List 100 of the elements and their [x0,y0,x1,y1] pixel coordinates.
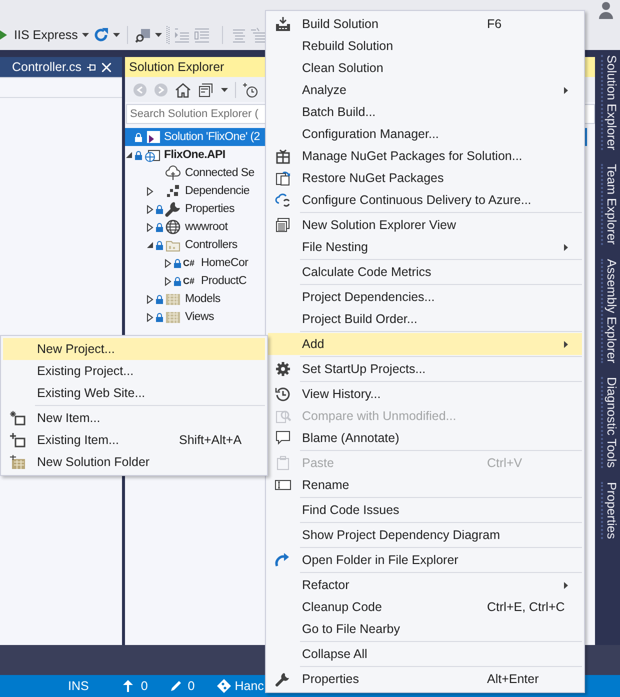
menu-item[interactable]: Project Dependencies... [268,286,582,308]
up-arrow-icon [122,680,133,692]
menu-item[interactable]: Refactor [268,574,582,596]
tree-item[interactable]: C# HomeCor [125,254,252,272]
indent-icon [194,27,210,43]
new-item-icon [10,410,26,426]
menu-item[interactable]: Rename [268,474,582,496]
rename-icon [275,477,291,493]
build-icon [275,16,291,32]
side-tab[interactable]: Team Explorer [600,164,620,245]
file-type-label: C# [183,258,196,268]
menu-item[interactable]: Existing Project... [3,360,265,382]
menu-item[interactable]: Project Build Order... [268,308,582,330]
branch-name[interactable]: Hanc [234,679,264,693]
cloud-sync-icon [275,192,291,208]
tree-item[interactable]: wwwroot [125,218,231,236]
wrench-icon [275,671,291,687]
clipboard-icon [275,455,291,471]
tree-item[interactable]: Views [125,308,217,326]
side-tab[interactable]: Diagnostic Tools [600,377,620,468]
dropdown-caret-icon [221,88,228,92]
git-diamond-icon [216,679,231,693]
solution-icon [144,129,160,145]
speech-bubble-icon [275,430,291,446]
side-tab[interactable]: Solution Explorer [600,55,620,150]
menu-item[interactable]: New Solution Explorer View [268,214,582,236]
globe-icon [165,219,181,235]
web-project-icon [144,147,160,163]
tab-title: Controller.cs [12,60,82,74]
folder-icon [165,291,181,307]
grip-icon [166,25,170,45]
pending-count[interactable]: 0 [188,679,195,693]
tree-item[interactable]: Models [125,290,224,308]
window-icon [275,217,291,233]
outgoing-count[interactable]: 0 [140,679,148,693]
menu-item[interactable]: Clean Solution [268,57,582,79]
document-tab[interactable]: Controller.cs [0,57,122,77]
tree-item[interactable]: Controllers [125,236,240,254]
tree-item[interactable]: Dependencie [125,182,252,200]
menu-item[interactable]: Batch Build... [268,101,582,123]
find-icon [134,27,151,43]
menu-item[interactable]: Set StartUp Projects... [268,358,582,380]
menu-item[interactable]: Configuration Manager... [268,123,582,145]
menu-item[interactable]: View History... [268,383,582,405]
magnifier-icon [275,408,291,424]
dependencies-icon [165,183,181,199]
curved-arrow-icon [275,552,291,568]
side-tab[interactable]: Assembly Explorer [600,258,620,363]
run-target[interactable]: IIS Express [14,28,78,42]
home-icon [175,82,191,98]
insert-mode: INS [68,679,89,693]
menu-item[interactable]: New Solution Folder [3,451,265,473]
outdent-icon [174,27,190,43]
file-type-label: C# [183,276,196,286]
folder-icon [10,454,26,470]
close-icon [102,62,112,72]
dropdown-caret-icon [154,33,162,37]
sync-view-icon [198,82,214,98]
menu-item[interactable]: Cleanup Code Ctrl+E, Ctrl+C [268,596,582,618]
add-item-icon [10,432,26,448]
menu-item[interactable]: Manage NuGet Packages for Solution... [268,145,582,167]
dropdown-caret-icon [112,33,120,37]
pencil-icon [170,680,182,692]
gear-icon [275,361,291,377]
pin-icon [87,62,96,72]
tree-item[interactable]: Connected Se [125,164,258,182]
menu-item[interactable]: Rebuild Solution [268,35,582,57]
menu-item[interactable]: Existing Item... Shift+Alt+A [3,429,265,451]
menu-item[interactable]: Restore NuGet Packages [268,167,582,189]
menu-item[interactable]: Open Folder in File Explorer [268,549,582,571]
folder-icon [165,309,181,325]
history-icon [243,82,259,98]
tree-item[interactable]: FlixOne.API [125,146,228,164]
comment-icon [250,27,266,43]
menu-item[interactable]: Go to File Nearby [268,618,582,640]
menu-item[interactable]: Show Project Dependency Diagram [268,524,582,546]
menu-item[interactable]: Build Solution F6 [268,13,582,35]
tree-item[interactable]: Properties [125,200,238,218]
menu-item[interactable]: Add [268,333,582,355]
menu-item[interactable]: Find Code Issues [268,499,582,521]
forward-icon [154,82,168,96]
dropdown-caret-icon [82,33,89,37]
menu-item[interactable]: Properties Alt+Enter [268,668,582,690]
wrench-icon [165,201,181,217]
cloud-plug-icon [165,165,181,181]
menu-item[interactable]: Existing Web Site... [3,382,265,404]
menu-item[interactable]: Configure Continuous Delivery to Azure... [268,189,582,211]
menu-item[interactable]: New Item... [3,407,265,429]
side-tab[interactable]: Properties [600,482,620,539]
menu-item[interactable]: Calculate Code Metrics [268,261,582,283]
back-icon [133,82,147,96]
tree-item[interactable]: C# ProductC [125,272,250,290]
menu-item[interactable]: File Nesting [268,236,582,258]
menu-item[interactable]: Blame (Annotate) [268,427,582,449]
clock-icon [275,386,291,402]
refresh-icon [92,27,109,43]
avatar-icon [598,1,614,19]
package-restore-icon [275,170,291,186]
gift-icon [275,148,291,164]
menu-item[interactable]: New Project... [3,338,265,360]
